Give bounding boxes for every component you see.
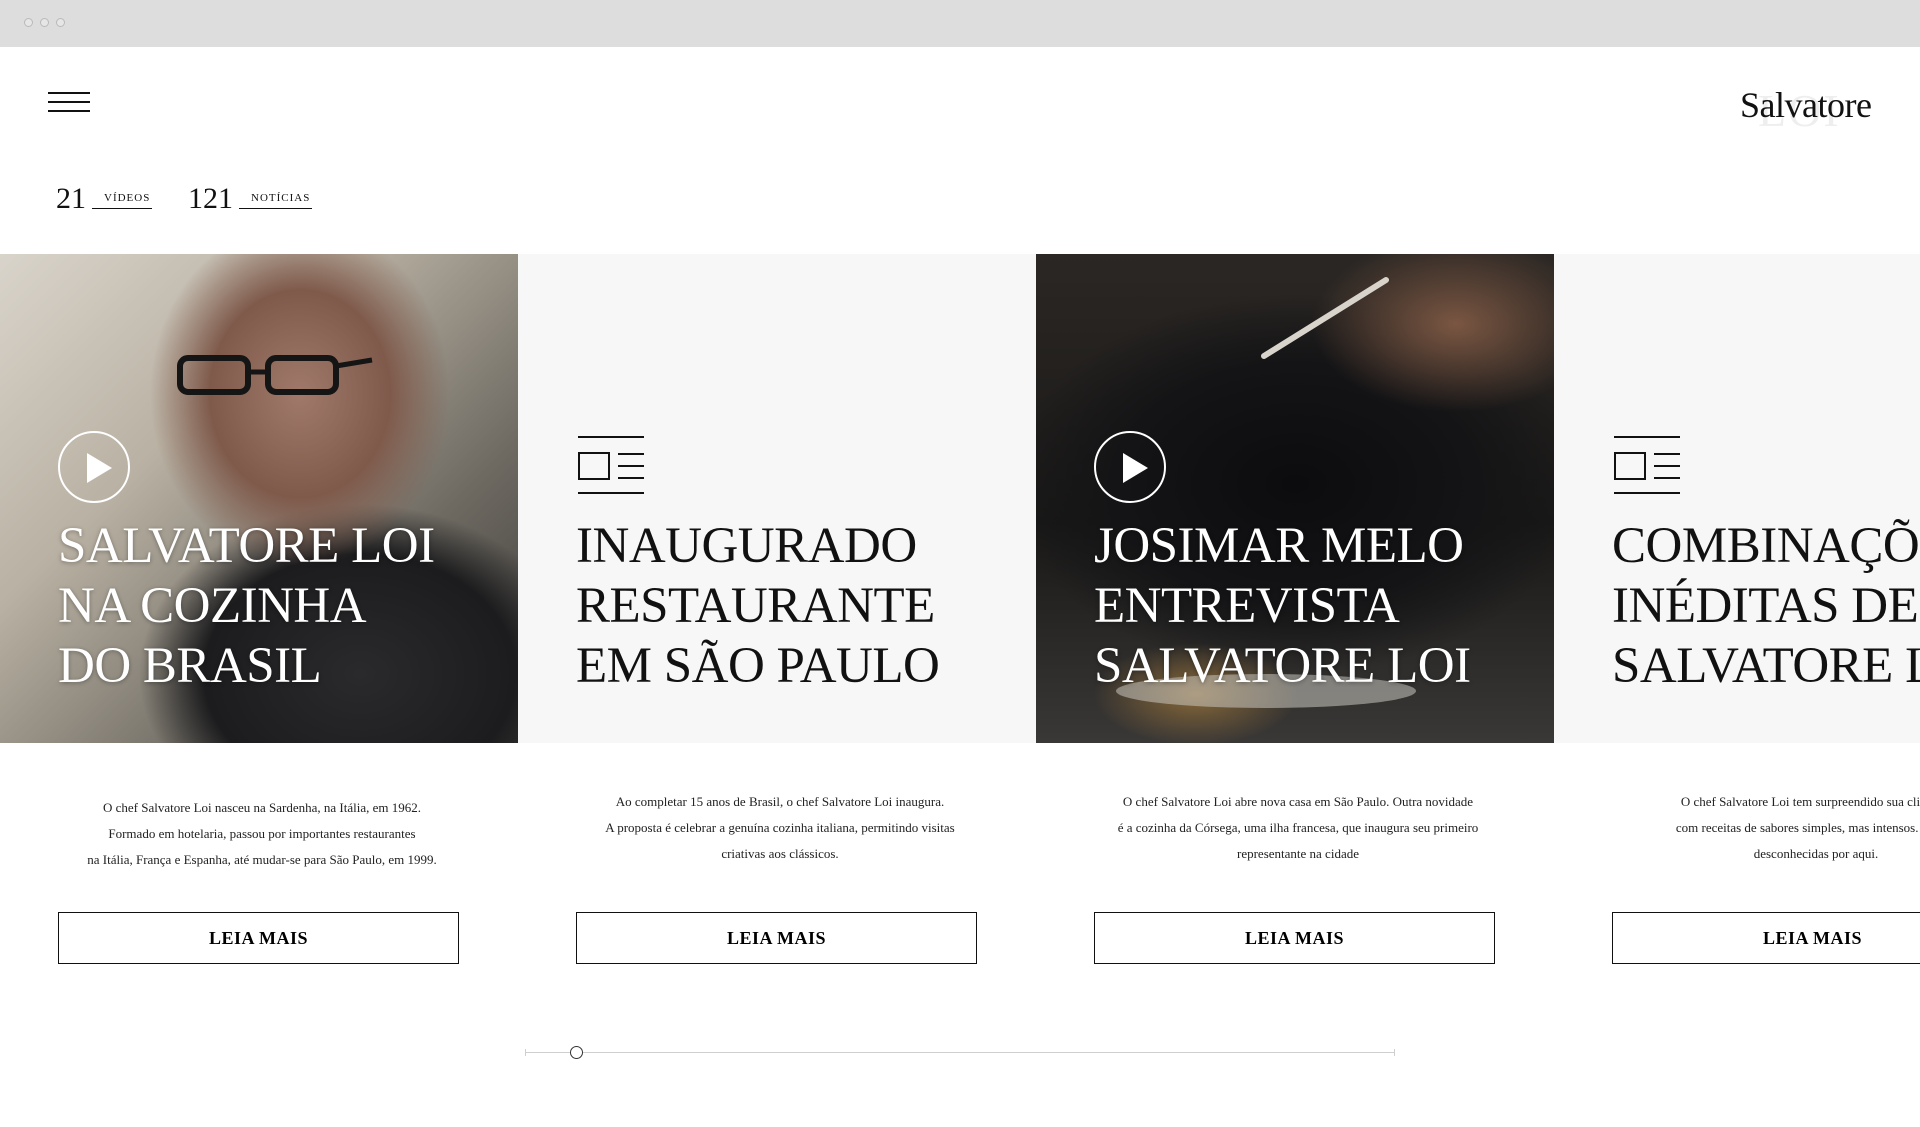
card-description: O chef Salvatore Loi tem surpreendido su… [1675, 794, 1920, 861]
card-description: O chef Salvatore Loi nasceu na Sardenha,… [87, 800, 437, 867]
hamburger-menu-icon[interactable] [48, 88, 92, 116]
news-count: 121 [188, 182, 233, 215]
card-hero-image[interactable]: JOSIMAR MELO ENTREVISTA SALVATORE LOI [1036, 254, 1554, 743]
card-hero-image[interactable]: SALVATORE LOI NA COZINHA DO BRASIL [0, 254, 518, 743]
window-maximize-dot[interactable] [56, 18, 65, 27]
news-counter[interactable]: 121 NOTÍCIAS [188, 182, 313, 216]
glasses-illustration [177, 355, 373, 395]
read-more-button[interactable]: LEIA MAIS [576, 912, 977, 964]
news-icon [578, 436, 644, 494]
window-close-dot[interactable] [24, 18, 33, 27]
card-hero-panel[interactable]: INAUGURADO RESTAURANTE EM SÃO PAULO [518, 254, 1036, 743]
slider-track-end [1394, 1049, 1395, 1056]
carousel-slider-handle[interactable] [570, 1046, 584, 1059]
read-more-button[interactable]: LEIA MAIS [58, 912, 459, 964]
card-title[interactable]: INAUGURADO RESTAURANTE EM SÃO PAULO [576, 516, 1036, 696]
window-minimize-dot[interactable] [40, 18, 49, 27]
slider-track-start [525, 1049, 526, 1056]
logo-text: Salvatore [1740, 85, 1872, 125]
carousel-slider-track[interactable] [525, 1052, 1395, 1053]
videos-counter[interactable]: 21 VÍDEOS [56, 182, 153, 216]
article-card: SALVATORE LOI NA COZINHA DO BRASIL O che… [0, 254, 518, 994]
card-description: O chef Salvatore Loi abre nova casa em S… [1117, 794, 1479, 861]
article-card: JOSIMAR MELO ENTREVISTA SALVATORE LOI O … [1036, 254, 1554, 994]
read-more-button[interactable]: LEIA MAIS [1612, 912, 1920, 964]
play-icon[interactable] [58, 431, 130, 503]
spoon-illustration [1261, 277, 1389, 359]
article-card: COMBINAÇÕES INÉDITAS DE SALVATORE LOI O … [1554, 254, 1920, 994]
read-more-button[interactable]: LEIA MAIS [1094, 912, 1495, 964]
news-icon [1614, 436, 1680, 494]
news-label: NOTÍCIAS [239, 192, 313, 209]
article-card: INAUGURADO RESTAURANTE EM SÃO PAULO Ao c… [518, 254, 1036, 994]
browser-titlebar [0, 0, 1920, 47]
card-hero-panel[interactable]: COMBINAÇÕES INÉDITAS DE SALVATORE LOI [1554, 254, 1920, 743]
play-icon[interactable] [1094, 431, 1166, 503]
card-title[interactable]: SALVATORE LOI NA COZINHA DO BRASIL [58, 516, 518, 696]
videos-count: 21 [56, 182, 86, 215]
site-logo[interactable]: LOI Salvatore [1730, 76, 1890, 136]
card-title[interactable]: JOSIMAR MELO ENTREVISTA SALVATORE LOI [1094, 516, 1554, 696]
card-title[interactable]: COMBINAÇÕES INÉDITAS DE SALVATORE LOI [1612, 516, 1920, 696]
videos-label: VÍDEOS [92, 192, 153, 209]
card-description: Ao completar 15 anos de Brasil, o chef S… [605, 794, 955, 861]
